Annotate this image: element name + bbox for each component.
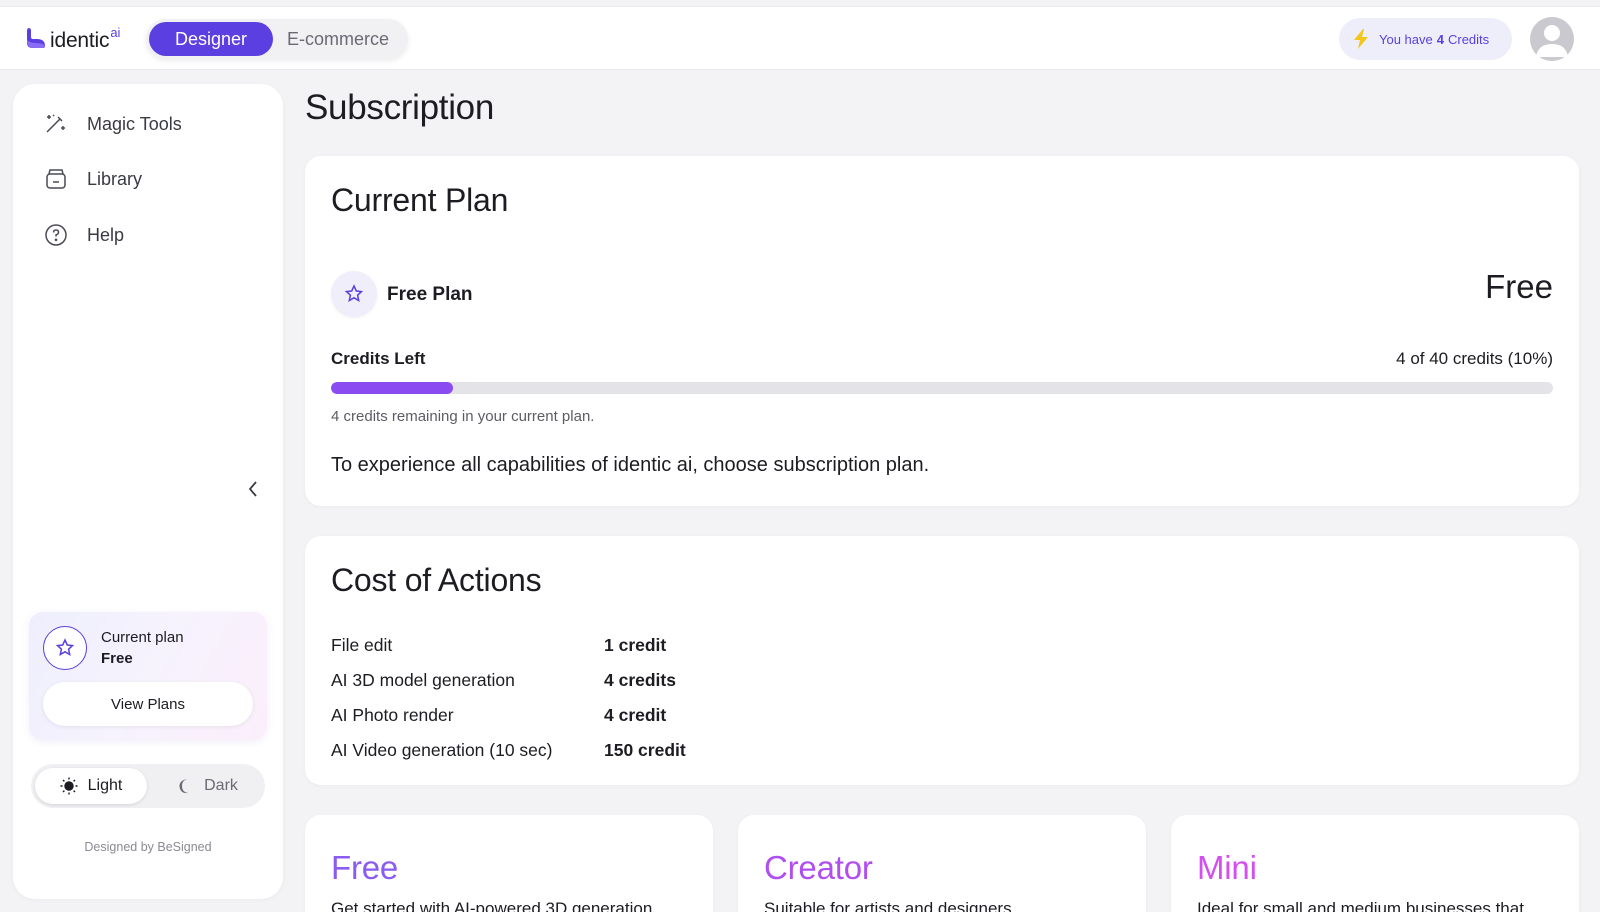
cost-action: AI 3D model generation xyxy=(331,670,515,690)
current-plan-card: Current plan Free View Plans xyxy=(29,612,267,740)
avatar[interactable] xyxy=(1530,17,1574,61)
tier-name: Free xyxy=(331,849,399,886)
sidebar: Magic Tools Library Help Current plan Fr… xyxy=(13,84,283,899)
credits-progress-fill xyxy=(331,382,454,394)
cost-row: AI Video generation (10 sec) 150 credit xyxy=(331,733,686,768)
sidebar-item-library[interactable]: Library xyxy=(43,166,142,192)
logo[interactable]: identic ai xyxy=(24,25,120,53)
tier-card-free[interactable]: Free Get started with AI-powered 3D gene… xyxy=(305,815,713,912)
mode-switch: Designer E-commerce xyxy=(146,19,408,59)
tier-description: Suitable for artists and designers xyxy=(764,899,1012,912)
cost-row: AI 3D model generation 4 credits xyxy=(331,663,686,698)
theme-toggle: Light Dark xyxy=(31,764,265,808)
cost-of-actions-title: Cost of Actions xyxy=(331,562,542,598)
logo-superscript: ai xyxy=(110,25,121,40)
cost-of-actions-section: Cost of Actions File edit 1 credit AI 3D… xyxy=(305,536,1579,785)
theme-dark-label: Dark xyxy=(204,777,238,794)
cost-value: 4 credit xyxy=(604,705,667,725)
library-icon xyxy=(43,166,69,192)
plan-name: Free Plan xyxy=(387,284,473,305)
tier-card-creator[interactable]: Creator Suitable for artists and designe… xyxy=(738,815,1146,912)
tier-description: Ideal for small and medium businesses th… xyxy=(1197,899,1524,912)
credits-left-label: Credits Left xyxy=(331,349,426,368)
plan-price: Free xyxy=(1485,268,1553,305)
cost-row: AI Photo render 4 credit xyxy=(331,698,686,733)
tier-name: Mini xyxy=(1197,849,1257,886)
plan-icon-badge xyxy=(331,271,377,317)
logo-text: identic xyxy=(50,29,110,52)
credits-progress-bar xyxy=(331,382,1553,394)
page-title: Subscription xyxy=(305,88,495,127)
chevron-left-icon[interactable] xyxy=(243,479,263,499)
credits-left-value: 4 of 40 credits (10%) xyxy=(1396,349,1553,368)
top-bar: identic ai Designer E-commerce You have … xyxy=(0,6,1600,70)
cost-value: 150 credit xyxy=(604,740,686,760)
tier-name: Creator xyxy=(764,849,873,886)
tier-card-mini[interactable]: Mini Ideal for small and medium business… xyxy=(1171,815,1579,912)
credits-count: 4 xyxy=(1436,31,1444,47)
cost-table: File edit 1 credit AI 3D model generatio… xyxy=(331,628,686,768)
current-plan-title: Current Plan xyxy=(331,182,509,218)
magic-wand-icon xyxy=(43,111,69,137)
sidebar-item-label: Library xyxy=(87,168,143,189)
credits-prefix: You have xyxy=(1379,31,1433,47)
mode-ecommerce-button[interactable]: E-commerce xyxy=(273,22,403,56)
logo-mark-icon xyxy=(27,28,45,48)
sun-icon xyxy=(60,777,78,795)
cost-action: AI Photo render xyxy=(331,705,454,725)
tier-description: Get started with AI-powered 3D generatio… xyxy=(331,899,653,912)
credits-note: 4 credits remaining in your current plan… xyxy=(331,408,595,425)
upgrade-message: To experience all capabilities of identi… xyxy=(331,454,930,476)
plan-card-plan: Free xyxy=(101,650,133,667)
sidebar-item-label: Help xyxy=(87,224,125,245)
sparkle-star-icon xyxy=(344,284,364,302)
sidebar-item-help[interactable]: Help xyxy=(43,222,124,248)
view-plans-button[interactable]: View Plans xyxy=(43,682,253,726)
cost-row: File edit 1 credit xyxy=(331,628,686,663)
theme-dark-option[interactable]: Dark xyxy=(155,768,261,804)
cost-action: AI Video generation (10 sec) xyxy=(331,740,553,760)
credits-pill[interactable]: You have 4 Credits xyxy=(1339,18,1512,60)
designed-by-credit: Designed by BeSigned xyxy=(84,840,212,854)
sparkle-star-icon xyxy=(55,638,75,656)
help-icon xyxy=(43,222,69,248)
theme-light-option[interactable]: Light xyxy=(35,768,147,804)
cost-value: 1 credit xyxy=(604,635,667,655)
mode-designer-button[interactable]: Designer xyxy=(149,22,273,56)
theme-light-label: Light xyxy=(87,777,123,794)
lightning-icon xyxy=(1354,29,1368,49)
plan-badge xyxy=(43,626,87,670)
current-plan-section: Current Plan Free Plan Free Credits Left… xyxy=(305,156,1579,506)
sidebar-item-magic-tools[interactable]: Magic Tools xyxy=(43,111,182,137)
cost-action: File edit xyxy=(331,635,393,655)
plan-card-title: Current plan xyxy=(101,629,184,646)
sidebar-item-label: Magic Tools xyxy=(87,113,182,134)
moon-icon xyxy=(179,779,189,794)
cost-value: 4 credits xyxy=(604,670,676,690)
credits-suffix: Credits xyxy=(1447,31,1490,47)
user-icon xyxy=(1536,25,1568,57)
